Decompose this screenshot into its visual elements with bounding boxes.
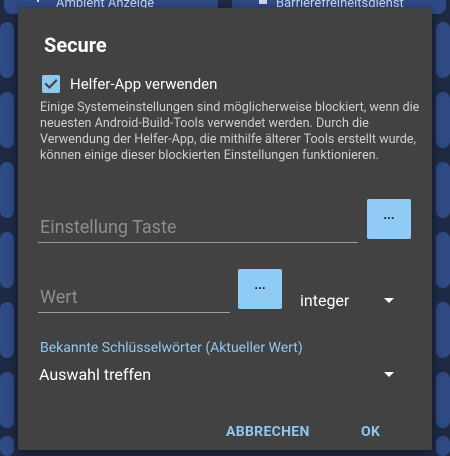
background-tile[interactable] xyxy=(0,372,14,428)
background-tile[interactable] xyxy=(436,302,450,358)
background-tile[interactable] xyxy=(436,372,450,428)
known-keywords-link[interactable]: Bekannte Schlüsselwörter (Aktueller Wert… xyxy=(40,340,303,356)
ok-button[interactable]: OK xyxy=(361,424,380,440)
background-tile[interactable] xyxy=(436,232,450,288)
dropdown-arrow-icon xyxy=(384,298,394,303)
background-tile[interactable] xyxy=(0,436,14,456)
background-tile[interactable] xyxy=(436,92,450,148)
helper-app-checkbox[interactable] xyxy=(42,75,60,93)
value-type-select-value: integer xyxy=(300,291,350,310)
secure-setting-dialog: Secure Helfer-App verwenden Einige Syste… xyxy=(18,8,432,450)
background-tile[interactable] xyxy=(0,232,14,288)
background-tile[interactable] xyxy=(0,162,14,218)
setting-key-input[interactable]: Einstellung Taste xyxy=(38,214,358,243)
background-tile[interactable] xyxy=(0,302,14,358)
background-tile[interactable] xyxy=(0,22,14,78)
background-tile[interactable] xyxy=(436,436,450,456)
helper-app-checkbox-label: Helfer-App verwenden xyxy=(70,75,218,93)
helper-app-checkbox-row[interactable]: Helfer-App verwenden xyxy=(42,72,217,96)
value-picker-button[interactable]: ... xyxy=(238,269,282,309)
background-tile[interactable] xyxy=(436,162,450,218)
background-tile[interactable] xyxy=(436,22,450,78)
key-picker-button[interactable]: ... xyxy=(367,199,411,239)
helper-app-description: Einige Systemeinstellungen sind mögliche… xyxy=(40,100,420,163)
value-input[interactable]: Wert xyxy=(38,284,230,313)
cancel-button[interactable]: ABBRECHEN xyxy=(226,424,310,440)
selection-select-value: Auswahl treffen xyxy=(39,365,152,384)
dialog-title: Secure xyxy=(44,33,107,57)
dropdown-arrow-icon xyxy=(384,372,394,377)
checkmark-icon xyxy=(44,78,58,90)
background-tile[interactable] xyxy=(0,92,14,148)
